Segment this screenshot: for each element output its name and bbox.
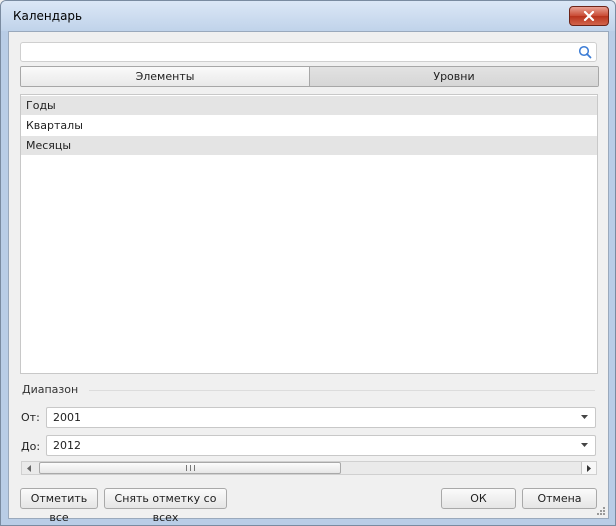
grip-icon [185, 465, 195, 471]
select-all-button[interactable]: Отметить все [20, 488, 98, 524]
close-button[interactable] [569, 6, 609, 26]
list-item-months[interactable]: Месяцы [21, 136, 597, 155]
dialog-body: Элементы Уровни Годы Кварталы Месяцы Диа… [8, 31, 609, 524]
levels-list[interactable]: Годы Кварталы Месяцы [20, 94, 598, 374]
to-label: До: [21, 440, 41, 453]
clear-all-button[interactable]: Снять отметку со всех [104, 488, 227, 524]
to-select[interactable]: 2012 [46, 435, 596, 456]
from-select[interactable]: 2001 [46, 407, 596, 428]
arrow-left-icon [27, 464, 31, 472]
ok-button[interactable]: ОК [441, 488, 516, 509]
close-icon [583, 11, 595, 21]
from-value: 2001 [53, 411, 81, 424]
tab-elements[interactable]: Элементы [21, 67, 309, 86]
list-item-years[interactable]: Годы [21, 96, 597, 115]
scroll-left-button[interactable] [22, 462, 36, 474]
search-icon[interactable] [578, 45, 592, 59]
arrow-right-icon [587, 464, 591, 472]
cancel-button[interactable]: Отмена [522, 488, 597, 509]
search-input[interactable] [20, 42, 597, 62]
from-label: От: [21, 411, 40, 424]
horizontal-scrollbar[interactable] [21, 461, 597, 475]
tab-levels[interactable]: Уровни [309, 67, 598, 86]
tab-bar: Элементы Уровни [20, 66, 599, 87]
range-divider [89, 390, 595, 391]
to-value: 2012 [53, 439, 81, 452]
range-group-label: Диапазон [22, 383, 79, 396]
chevron-down-icon[interactable] [581, 415, 588, 419]
title-bar[interactable]: Календарь [1, 1, 615, 31]
resize-grip-icon[interactable] [596, 506, 606, 516]
chevron-down-icon[interactable] [581, 443, 588, 447]
scroll-right-button[interactable] [581, 462, 596, 474]
calendar-dialog: Календарь Элементы Уровни Годы Кварталы … [0, 0, 616, 526]
window-title: Календарь [13, 9, 83, 23]
list-item-quarters[interactable]: Кварталы [21, 116, 597, 135]
scroll-thumb[interactable] [39, 462, 341, 474]
